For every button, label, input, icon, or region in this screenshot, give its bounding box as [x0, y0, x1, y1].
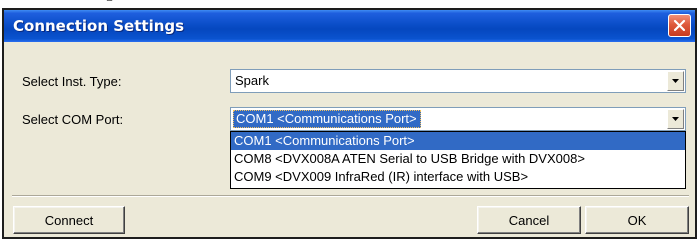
- inst-type-select[interactable]: Spark: [230, 69, 686, 93]
- close-icon: [673, 19, 686, 32]
- com-port-option-com9[interactable]: COM9 <DVX009 InfraRed (IR) interface wit…: [231, 168, 685, 186]
- com-port-label: Select COM Port:: [22, 112, 124, 127]
- connect-button[interactable]: Connect: [13, 206, 125, 234]
- connection-settings-dialog: Connection Settings Select Inst. Type: S…: [2, 8, 697, 239]
- com-port-value: COM1 <Communications Port>: [233, 110, 421, 128]
- com-port-dropdown-button[interactable]: [667, 109, 684, 129]
- ok-button[interactable]: OK: [585, 206, 689, 234]
- com-port-option-com8[interactable]: COM8 <DVX008A ATEN Serial to USB Bridge …: [231, 150, 685, 168]
- inst-type-dropdown-button[interactable]: [667, 71, 684, 91]
- com-port-dropdown-list: COM1 <Communications Port> COM8 <DVX008A…: [230, 131, 686, 189]
- page-caption: …nection Settings: [0, 0, 699, 8]
- chevron-down-icon: [672, 79, 679, 83]
- button-separator: [12, 195, 689, 197]
- chevron-down-icon: [672, 117, 679, 121]
- inst-type-value: Spark: [235, 73, 269, 88]
- inst-type-label: Select Inst. Type:: [22, 74, 122, 89]
- close-button[interactable]: [668, 14, 691, 37]
- title-bar[interactable]: Connection Settings: [4, 10, 695, 42]
- cancel-button[interactable]: Cancel: [477, 206, 581, 234]
- dialog-title: Connection Settings: [13, 17, 185, 35]
- com-port-option-com1[interactable]: COM1 <Communications Port>: [231, 132, 685, 150]
- com-port-select[interactable]: COM1 <Communications Port>: [230, 107, 686, 131]
